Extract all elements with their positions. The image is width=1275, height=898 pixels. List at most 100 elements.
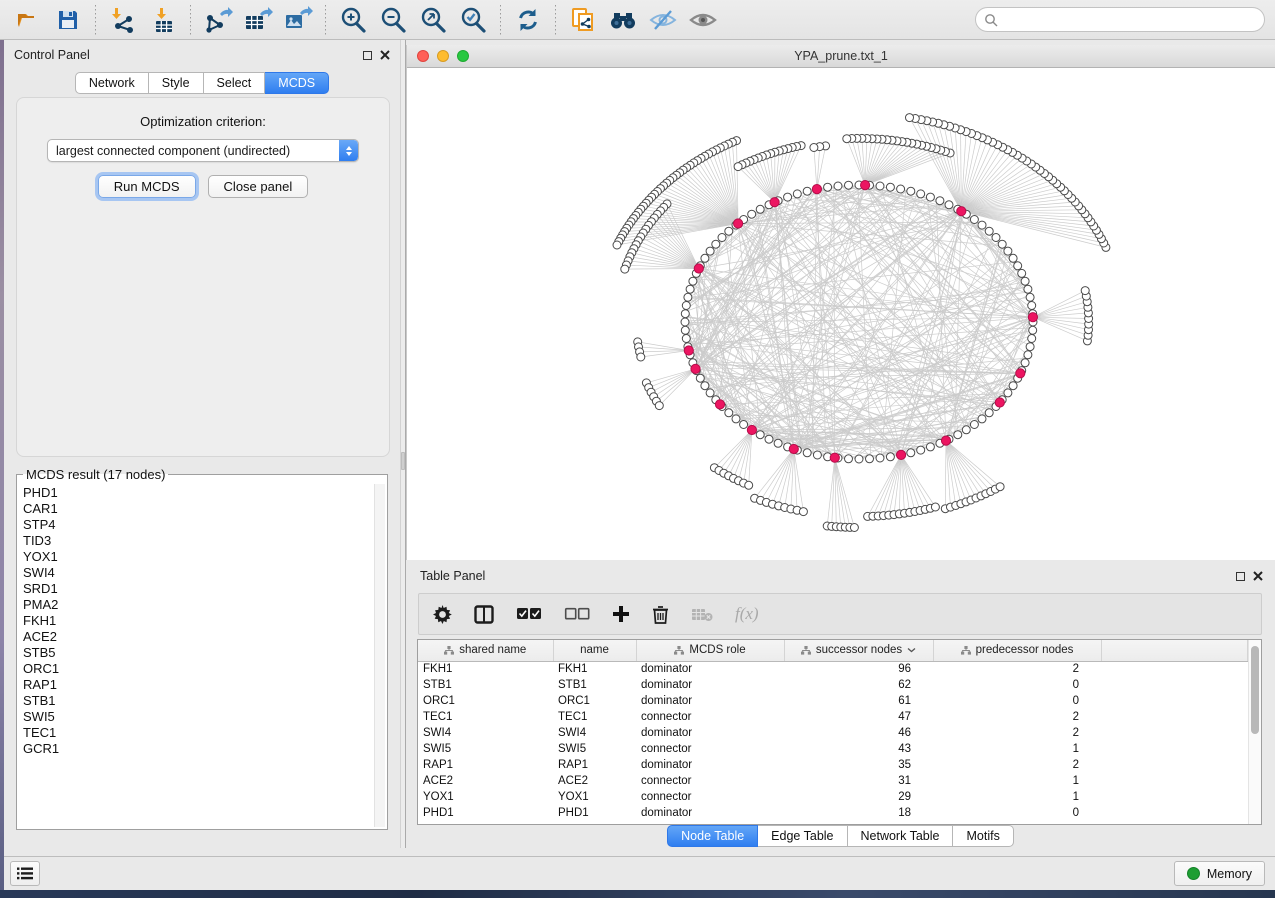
table-row[interactable]: TEC1TEC1connector472 (418, 709, 1248, 725)
mcds-result-item[interactable]: STB1 (23, 693, 370, 709)
column-header-predecessor-nodes[interactable]: predecessor nodes (933, 640, 1101, 661)
tab-motifs[interactable]: Motifs (953, 825, 1013, 847)
run-mcds-button[interactable]: Run MCDS (98, 175, 196, 198)
mcds-result-title: MCDS result (17 nodes) (23, 467, 168, 482)
memory-label: Memory (1207, 867, 1252, 881)
task-history-button[interactable] (10, 861, 40, 886)
column-header-shared-name[interactable]: shared name (418, 640, 553, 661)
table-row[interactable]: RAP1RAP1dominator352 (418, 757, 1248, 773)
toolbar-separator (555, 5, 556, 35)
open-button[interactable] (10, 4, 46, 36)
mcds-result-item[interactable]: TID3 (23, 533, 370, 549)
zoom-fit-button[interactable] (415, 4, 451, 36)
mcds-result-item[interactable]: TEC1 (23, 725, 370, 741)
tab-edge-table[interactable]: Edge Table (758, 825, 847, 847)
tab-select[interactable]: Select (204, 72, 266, 94)
delete-column-icon[interactable] (652, 605, 669, 624)
mcds-result-item[interactable]: CAR1 (23, 501, 370, 517)
mcds-result-item[interactable]: SWI4 (23, 565, 370, 581)
tab-mcds[interactable]: MCDS (265, 72, 329, 94)
control-panel: Control Panel Network Style Select MCDS … (4, 40, 400, 848)
table-panel: Table Panel f(x) (406, 563, 1275, 848)
binoculars-button[interactable] (605, 4, 641, 36)
export-table-button[interactable] (240, 4, 276, 36)
column-layout-icon[interactable] (474, 605, 494, 624)
import-table-button[interactable] (145, 4, 181, 36)
save-button[interactable] (50, 4, 86, 36)
column-header-successor-nodes[interactable]: successor nodes (784, 640, 933, 661)
mcds-result-item[interactable]: GCR1 (23, 741, 370, 757)
table-header-row: shared name name MCDS role successor nod… (418, 640, 1248, 661)
mcds-result-item[interactable]: SRD1 (23, 581, 370, 597)
add-column-icon[interactable] (612, 605, 630, 623)
close-table-panel-icon[interactable] (1253, 571, 1263, 581)
mcds-result-item[interactable]: STP4 (23, 517, 370, 533)
tab-style[interactable]: Style (149, 72, 204, 94)
search-input[interactable] (1004, 13, 1256, 27)
mcds-result-item[interactable]: FKH1 (23, 613, 370, 629)
network-window-titlebar[interactable]: YPA_prune.txt_1 (407, 45, 1275, 68)
hide-details-button[interactable] (645, 4, 681, 36)
column-header-mcds-role[interactable]: MCDS role (636, 640, 784, 661)
column-header-filler (1101, 640, 1248, 661)
table-row[interactable]: ACE2ACE2connector311 (418, 773, 1248, 789)
criterion-dropdown[interactable]: largest connected component (undirected) (47, 139, 359, 162)
table-row[interactable]: SWI5SWI5connector431 (418, 741, 1248, 757)
network-window: YPA_prune.txt_1 (406, 45, 1275, 560)
mcds-result-list[interactable]: PHD1CAR1STP4TID3YOX1SWI4SRD1PMA2FKH1ACE2… (19, 484, 374, 827)
show-details-button[interactable] (685, 4, 721, 36)
tab-node-table[interactable]: Node Table (667, 825, 758, 847)
memory-button[interactable]: Memory (1174, 861, 1265, 886)
close-panel-button[interactable]: Close panel (208, 175, 309, 198)
zoom-out-button[interactable] (375, 4, 411, 36)
mcds-result-item[interactable]: STB5 (23, 645, 370, 661)
mcds-result-item[interactable]: PHD1 (23, 485, 370, 501)
import-table-icon (149, 6, 177, 34)
mcds-result-item[interactable]: PMA2 (23, 597, 370, 613)
table-row[interactable]: YOX1YOX1connector291 (418, 789, 1248, 805)
toolbar-separator (500, 5, 501, 35)
import-network-button[interactable] (105, 4, 141, 36)
network-canvas[interactable] (407, 68, 1275, 560)
control-panel-title: Control Panel (14, 48, 90, 62)
table-row[interactable]: PHD1PHD1dominator180 (418, 805, 1248, 821)
sort-descending-icon (907, 647, 916, 653)
network-window-title: YPA_prune.txt_1 (407, 49, 1275, 63)
refresh-button[interactable] (510, 4, 546, 36)
zoom-in-button[interactable] (335, 4, 371, 36)
mcds-result-item[interactable]: ORC1 (23, 661, 370, 677)
float-panel-icon[interactable] (363, 51, 372, 60)
network-search[interactable] (975, 7, 1265, 32)
shared-column-icon (801, 646, 811, 655)
float-table-panel-icon[interactable] (1236, 572, 1245, 581)
mcds-result-item[interactable]: RAP1 (23, 677, 370, 693)
deselect-all-icon[interactable] (564, 607, 590, 621)
export-image-button[interactable] (280, 4, 316, 36)
column-header-name[interactable]: name (553, 640, 636, 661)
table-scrollbar[interactable] (1248, 640, 1261, 824)
table-settings-gear-icon[interactable] (433, 605, 452, 624)
table-row[interactable]: ORC1ORC1dominator610 (418, 693, 1248, 709)
dropdown-stepper-icon (339, 140, 358, 161)
duplicate-network-icon (569, 6, 597, 34)
close-panel-icon[interactable] (380, 50, 390, 60)
table-toolbar: f(x) (418, 593, 1262, 635)
table-row[interactable]: SWI4SWI4dominator462 (418, 725, 1248, 741)
select-all-icon[interactable] (516, 607, 542, 621)
mcds-result-item[interactable]: SWI5 (23, 709, 370, 725)
criterion-selected-value: largest connected component (undirected) (48, 144, 339, 158)
splitter-grip[interactable] (401, 452, 405, 470)
table-row[interactable]: STB1STB1dominator620 (418, 677, 1248, 693)
mcds-result-item[interactable]: YOX1 (23, 549, 370, 565)
zoom-in-icon (339, 6, 367, 34)
mcds-result-item[interactable]: ACE2 (23, 629, 370, 645)
import-network-icon (109, 6, 137, 34)
table-scrollbar-thumb[interactable] (1251, 646, 1259, 734)
mcds-list-scrollbar[interactable] (374, 484, 385, 827)
table-row[interactable]: FKH1FKH1dominator962 (418, 661, 1248, 677)
export-network-button[interactable] (200, 4, 236, 36)
tab-network-table[interactable]: Network Table (848, 825, 954, 847)
duplicate-network-button[interactable] (565, 4, 601, 36)
tab-network[interactable]: Network (75, 72, 149, 94)
zoom-selected-button[interactable] (455, 4, 491, 36)
